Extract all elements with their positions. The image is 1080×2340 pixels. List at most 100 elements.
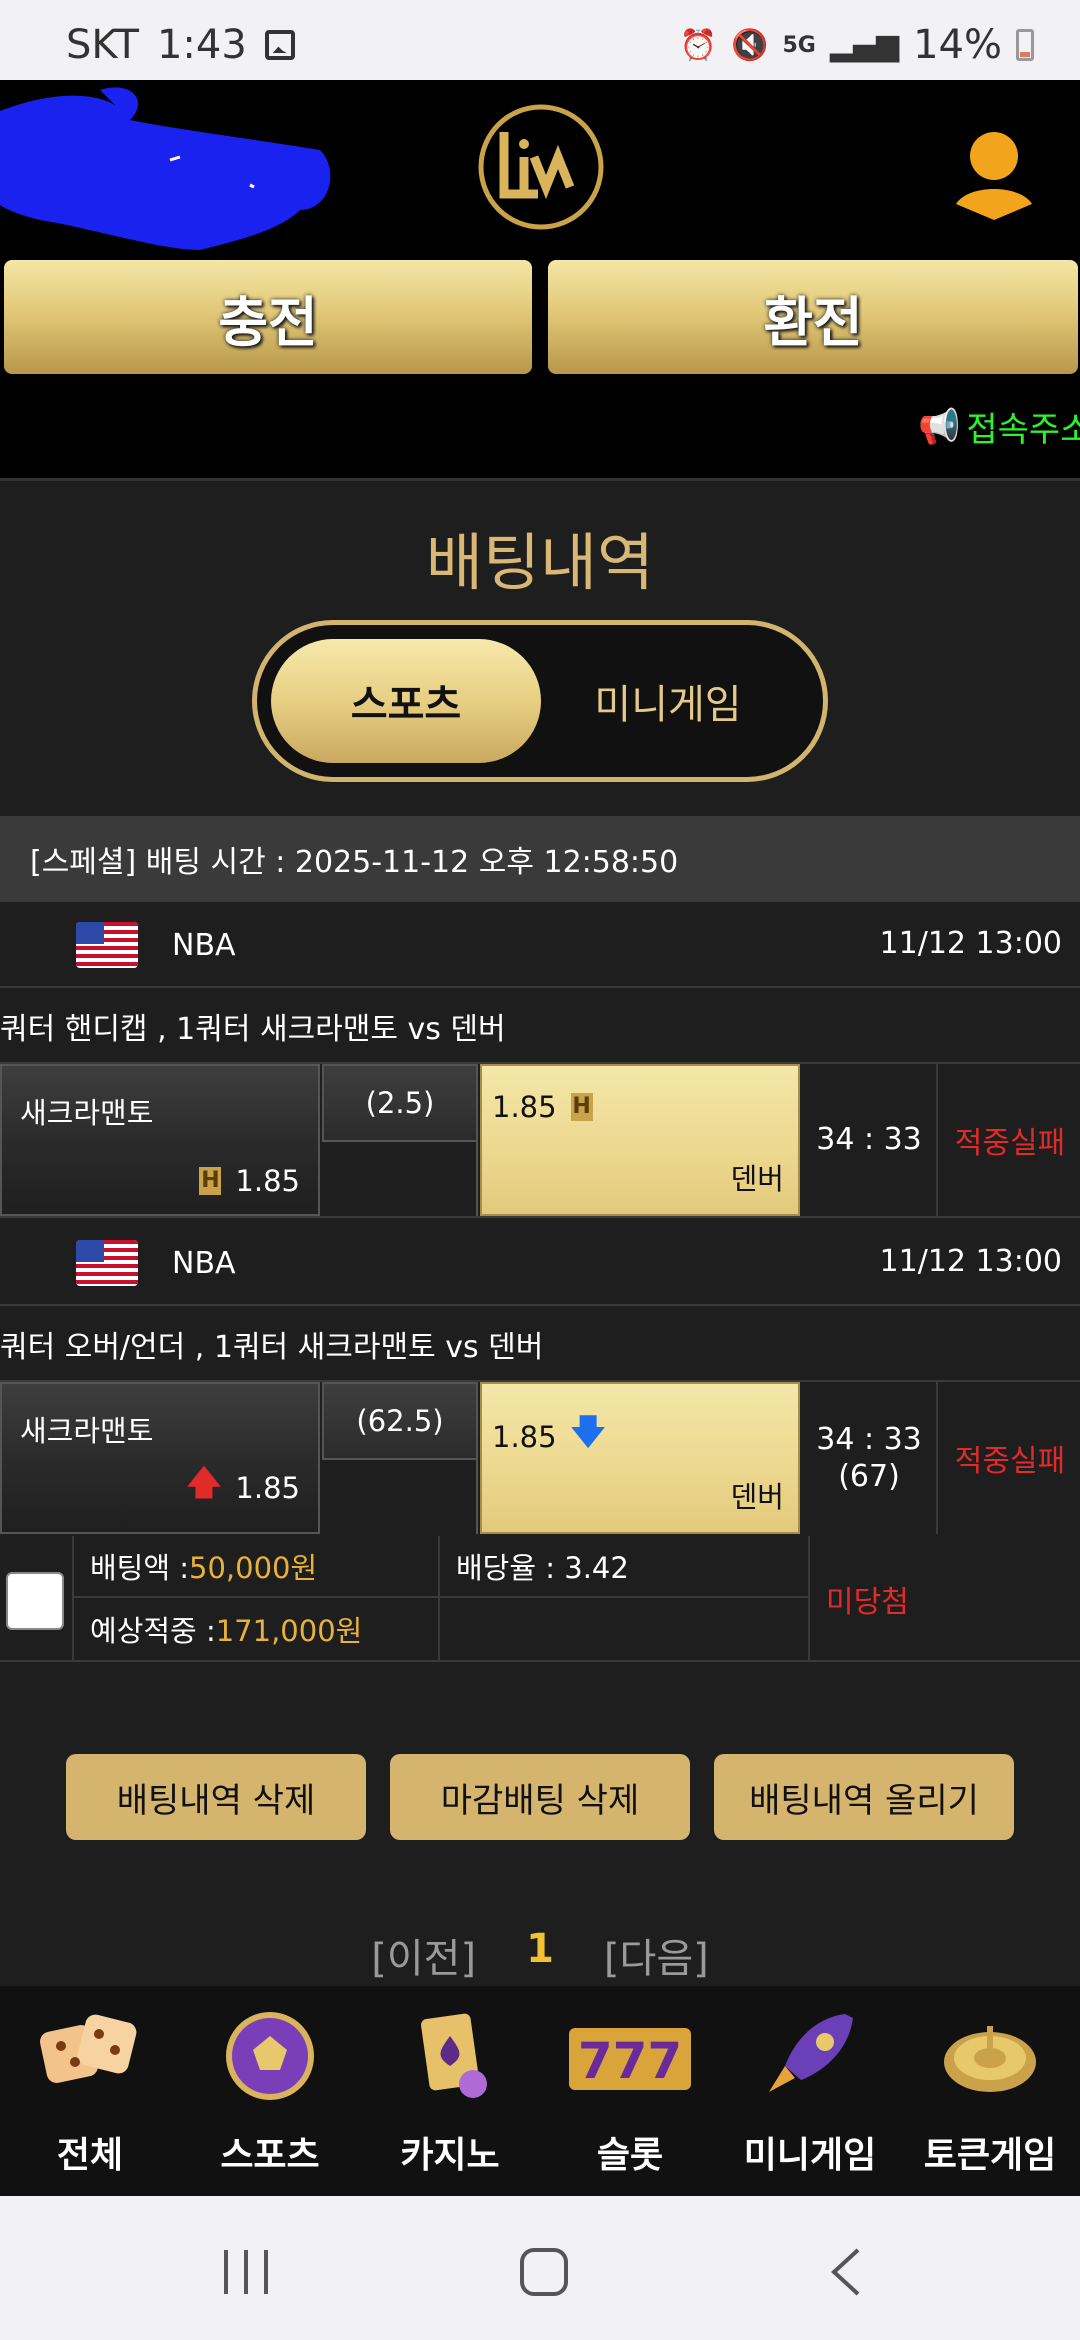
match-datetime: 11/12 13:00 xyxy=(879,1244,1062,1279)
nav-label: 스포츠 xyxy=(220,2135,320,2176)
up-arrow-icon: 🡅 xyxy=(186,1463,222,1503)
away-odds-wrap: 1.85 H xyxy=(492,1090,593,1124)
us-flag-icon xyxy=(76,922,138,968)
home-icon[interactable] xyxy=(514,2244,574,2300)
score: 34 : 33 xyxy=(816,1122,922,1158)
nav-slot[interactable]: 777 슬롯 xyxy=(540,2006,720,2186)
handicap-h-icon: H xyxy=(570,1093,593,1121)
page-title: 배팅내역 xyxy=(425,526,655,599)
home-team: 새크라맨토 xyxy=(20,1096,154,1130)
nav-minigame[interactable]: 미니게임 xyxy=(720,2006,900,2186)
odds-cell: 배당율 : 3.42 xyxy=(440,1536,810,1598)
select-checkbox[interactable] xyxy=(6,1572,64,1630)
away-selection-picked: 1.85 🡇 덴버 xyxy=(480,1382,800,1534)
page: SKT 1:43 ⏰ 🔇 5G ▂▄▆ 14% 충전 환전 📢 접속주소 배팅내… xyxy=(0,0,1080,2340)
system-nav-bar xyxy=(0,2196,1080,2340)
nav-all[interactable]: 전체 xyxy=(0,2006,180,2186)
match-datetime: 11/12 13:00 xyxy=(879,926,1062,961)
redaction-scribble xyxy=(0,87,331,250)
network-type: 5G xyxy=(782,32,816,58)
down-arrow-icon: 🡇 xyxy=(570,1412,606,1452)
line-cell: (62.5) xyxy=(322,1382,478,1534)
recent-apps-icon[interactable] xyxy=(216,2244,276,2300)
upload-history-button[interactable]: 배팅내역 올리기 xyxy=(714,1754,1014,1840)
result-status: 적중실패 xyxy=(954,1444,1066,1479)
action-buttons: 배팅내역 삭제 마감배팅 삭제 배팅내역 올리기 xyxy=(0,1754,1080,1840)
status-bar: SKT 1:43 ⏰ 🔇 5G ▂▄▆ 14% xyxy=(0,0,1080,80)
handicap-line: (2.5) xyxy=(322,1064,478,1142)
delete-closed-button[interactable]: 마감배팅 삭제 xyxy=(390,1754,690,1840)
nav-label: 전체 xyxy=(56,2135,124,2176)
current-page[interactable]: 1 xyxy=(526,1926,554,1984)
bet-row: 새크라맨토 🡅 1.85 (62.5) 1.85 🡇 덴버 34 : 33 (6… xyxy=(0,1382,1080,1534)
bet-summary: 배팅액 : 50,000원 배당율 : 3.42 예상적중 : 171,000원… xyxy=(0,1536,1080,1662)
away-team: 덴버 xyxy=(730,1480,784,1514)
signal-icon: ▂▄▆ xyxy=(829,27,900,63)
total-line: (62.5) xyxy=(322,1382,478,1460)
expected-label: 예상적중 : xyxy=(90,1614,216,1648)
back-icon[interactable] xyxy=(818,2244,878,2300)
image-notification-icon xyxy=(264,30,295,60)
line-cell: (2.5) xyxy=(322,1064,478,1216)
nav-sports[interactable]: 스포츠 xyxy=(180,2006,360,2186)
league-name: NBA xyxy=(172,1246,236,1281)
next-page-link[interactable]: [다음] xyxy=(604,1926,709,1984)
charge-button[interactable]: 충전 xyxy=(4,260,532,374)
nav-token-game[interactable]: 토큰게임 xyxy=(900,2006,1080,2186)
category-toggle: 스포츠 미니게임 xyxy=(252,620,828,782)
status-right: ⏰ 🔇 5G ▂▄▆ 14% xyxy=(680,22,1034,68)
stake-label: 배팅액 : xyxy=(90,1551,190,1585)
summary-status: 미당첨 xyxy=(826,1585,909,1620)
tab-minigame[interactable]: 미니게임 xyxy=(553,639,783,763)
score-cell: 34 : 33 xyxy=(802,1064,938,1216)
empty-cell xyxy=(440,1598,810,1660)
tab-sports[interactable]: 스포츠 xyxy=(271,639,541,763)
alarm-icon: ⏰ xyxy=(679,27,718,63)
home-odds-wrap: 🡅 1.85 xyxy=(186,1459,300,1516)
nav-casino[interactable]: 카지노 xyxy=(360,2006,540,2186)
home-team: 새크라맨토 xyxy=(20,1414,154,1448)
prev-page-link[interactable]: [이전] xyxy=(371,1926,476,1984)
expected-value: 171,000원 xyxy=(215,1614,363,1648)
nav-label: 미니게임 xyxy=(743,2135,877,2176)
score: 34 : 33 xyxy=(816,1421,922,1457)
bet-slip-header: [스페셜] 배팅 시간 : 2025-11-12 오후 12:58:50 xyxy=(0,816,1080,902)
carrier: SKT xyxy=(66,22,139,68)
league-row: NBA 11/12 13:00 xyxy=(0,902,1080,988)
clock: 1:43 xyxy=(156,22,247,68)
score-cell: 34 : 33 (67) xyxy=(802,1382,938,1534)
home-selection: 새크라맨토 🡅 1.85 xyxy=(0,1382,320,1534)
away-odds: 1.85 xyxy=(492,1419,557,1454)
home-odds-wrap: H 1.85 xyxy=(199,1164,300,1198)
match-title: 쿼터 오버/언더 , 1쿼터 새크라맨토 vs 덴버 xyxy=(0,1308,1080,1382)
away-team: 덴버 xyxy=(730,1162,784,1196)
exchange-button[interactable]: 환전 xyxy=(548,260,1078,374)
delete-history-button[interactable]: 배팅내역 삭제 xyxy=(66,1754,366,1840)
league-name: NBA xyxy=(172,928,236,963)
svg-text:777: 777 xyxy=(578,2032,682,2090)
nav-label: 토큰게임 xyxy=(923,2135,1057,2176)
total-odds: 배당율 : 3.42 xyxy=(456,1551,629,1585)
home-odds: 1.85 xyxy=(235,1470,300,1505)
pagination: [이전] 1 [다음] xyxy=(0,1926,1080,1984)
divider xyxy=(0,478,1080,481)
bet-row: 새크라맨토 H 1.85 (2.5) 1.85 H 덴버 34 : 33 적중실… xyxy=(0,1064,1080,1216)
match-title: 쿼터 핸디캡 , 1쿼터 새크라맨토 vs 덴버 xyxy=(0,990,1080,1064)
away-odds: 1.85 xyxy=(492,1090,557,1124)
soccer-ball-icon xyxy=(226,2012,314,2100)
away-selection-picked: 1.85 H 덴버 xyxy=(480,1064,800,1216)
home-odds: 1.85 xyxy=(235,1164,300,1198)
us-flag-icon xyxy=(76,1240,138,1286)
megaphone-icon: 📢 xyxy=(918,406,961,447)
slot-777-icon: 777 xyxy=(569,2028,691,2090)
user-profile-icon[interactable] xyxy=(952,128,1036,220)
mute-icon: 🔇 xyxy=(731,27,769,63)
roulette-icon xyxy=(944,2026,1036,2092)
league-row: NBA 11/12 13:00 xyxy=(0,1220,1080,1306)
site-logo[interactable] xyxy=(476,102,606,232)
stake-value: 50,000원 xyxy=(189,1551,318,1585)
row-divider xyxy=(0,1216,1080,1218)
battery-percent: 14% xyxy=(913,22,1002,68)
result-status: 적중실패 xyxy=(954,1126,1066,1161)
away-odds-wrap: 1.85 🡇 xyxy=(492,1408,606,1465)
